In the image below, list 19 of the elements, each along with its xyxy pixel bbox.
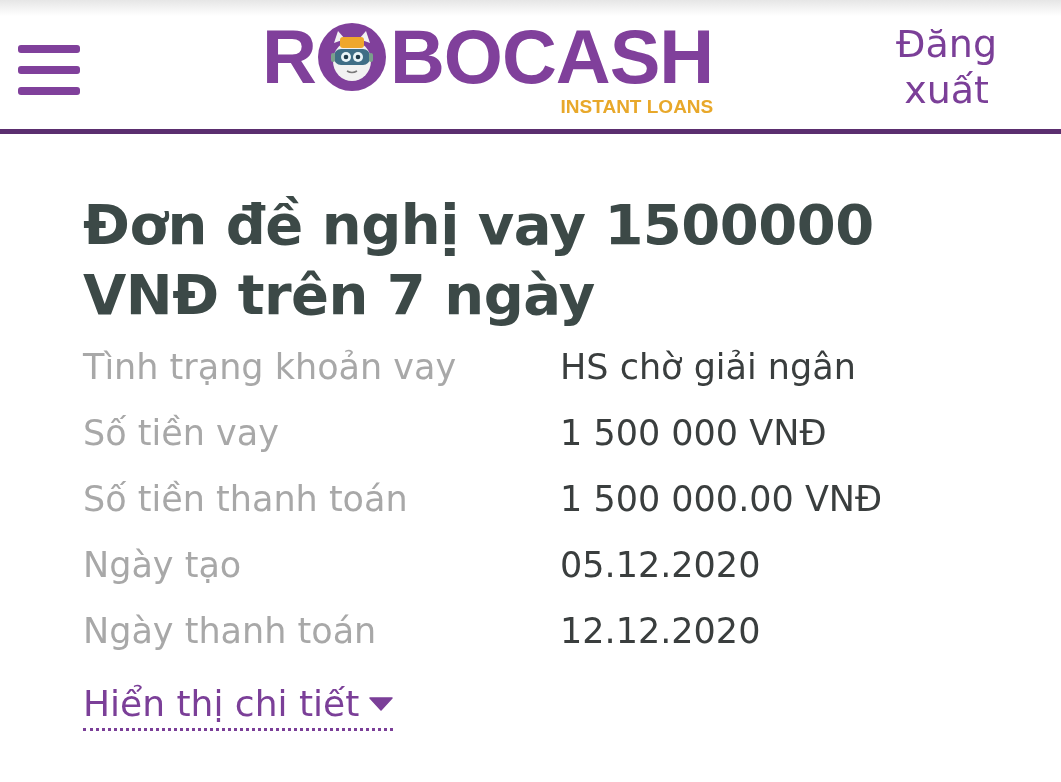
logo-text: R (262, 19, 316, 95)
detail-label: Ngày tạo (83, 544, 243, 587)
detail-value: 12.12.2020 (560, 610, 762, 653)
detail-label: Số tiền thanh toán (83, 478, 409, 521)
detail-value: 1 500 000.00 VNĐ (560, 478, 884, 521)
detail-value: 05.12.2020 (560, 544, 762, 587)
logout-link[interactable]: Đăng xuất (896, 20, 997, 113)
robot-logo-icon (317, 23, 386, 91)
detail-value: 1 500 000 VNĐ (560, 412, 828, 455)
logo-text: BOCASH (389, 19, 714, 95)
show-details-link[interactable]: Hiển thị chi tiết (83, 682, 394, 731)
menu-icon[interactable] (18, 44, 80, 95)
caret-icon (369, 697, 394, 711)
loan-title: Đơn đề nghị vay 1500000 VNĐ trên 7 ngày (83, 191, 875, 329)
detail-label: Tình trạng khoản vay (83, 346, 458, 389)
detail-label: Số tiền vay (83, 412, 280, 455)
logo-tagline: INSTANT LOANS (560, 97, 714, 116)
detail-value: HS chờ giải ngân (560, 346, 857, 389)
detail-label: Ngày thanh toán (83, 610, 378, 653)
